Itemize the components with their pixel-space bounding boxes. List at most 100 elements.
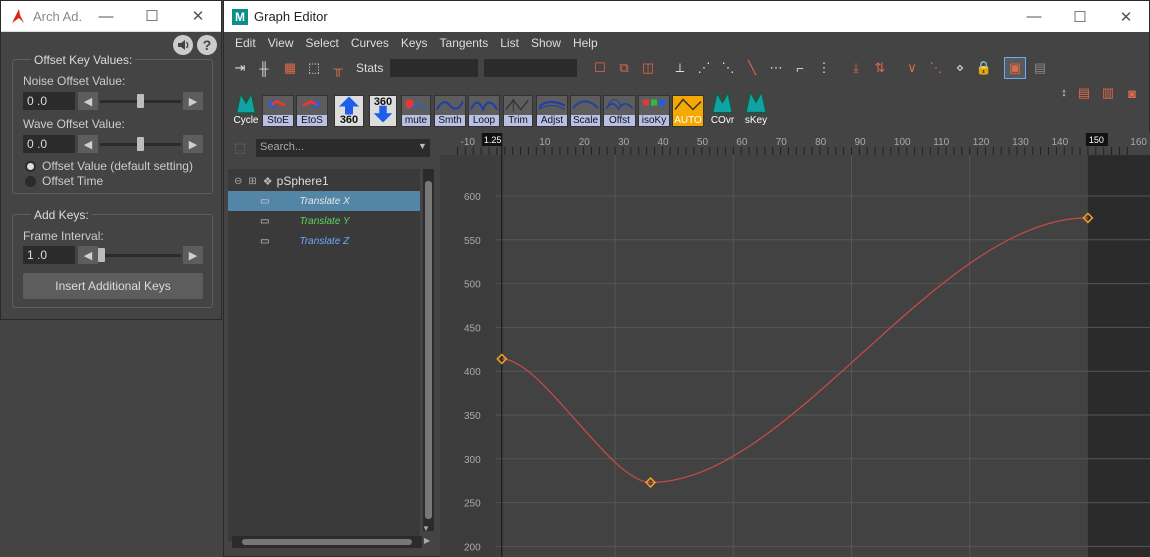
shelf-button-scale[interactable]: Scale (570, 95, 601, 127)
shelf-button-loop[interactable]: Loop (468, 95, 500, 127)
shelf-button-etos[interactable]: EtoS (296, 95, 328, 127)
value-tick-label: 400 (464, 367, 481, 378)
free-tangent-weight-icon[interactable]: ⋄ (950, 58, 970, 78)
menu-curves[interactable]: Curves (345, 36, 395, 50)
scroll-down-arrow-icon[interactable]: ▼ (422, 524, 430, 533)
collapse-icon[interactable]: ⊖ (234, 176, 242, 187)
radio-dot-icon[interactable] (25, 160, 36, 172)
lattice-tool-icon[interactable]: ▦ (280, 58, 300, 78)
shelf-button-360-up[interactable]: 360 (334, 95, 364, 127)
chevron-down-icon[interactable]: ▼ (418, 141, 427, 151)
shelf-button-mute[interactable]: mute (401, 95, 431, 127)
curve-graph[interactable]: -10 10 20 30 40 50 60 70 80 90 100 110 120 130 140 160 1… (440, 133, 1150, 557)
slider-right-arrow-icon[interactable]: ▶ (183, 135, 203, 153)
shelf-button-auto[interactable]: AUTO (672, 95, 704, 127)
shelf-button-covr[interactable]: COvr (708, 92, 737, 127)
lock-tangent-weight-icon[interactable]: 🔒 (974, 58, 994, 78)
slider-thumb[interactable] (98, 248, 105, 262)
slider-right-arrow-icon[interactable]: ▶ (183, 246, 203, 264)
slider-thumb[interactable] (137, 94, 144, 108)
scrollbar-thumb[interactable] (425, 181, 432, 519)
shelf-adjst-icon (537, 94, 567, 115)
frame-interval-slider[interactable]: ◀ ▶ (78, 246, 203, 264)
radio-offset-value[interactable]: Offset Value (default setting) (25, 159, 193, 173)
menu-tangents[interactable]: Tangents (434, 36, 495, 50)
shelf-button-trim[interactable]: Trim (503, 95, 533, 127)
filter-icon[interactable]: ⬚ (230, 138, 250, 158)
insert-additional-keys-button[interactable]: Insert Additional Keys (23, 273, 203, 299)
menu-show[interactable]: Show (525, 36, 567, 50)
frame-playback-icon[interactable]: ◫ (638, 58, 658, 78)
break-tangents-icon[interactable]: ∨ (902, 58, 922, 78)
radio-dot-icon[interactable] (25, 175, 36, 187)
shelf-smth-label: Smth (435, 115, 465, 126)
outliner-root-item[interactable]: ⊖ ⊞ ❖ pSphere1 (228, 171, 420, 191)
linear-tangent-icon[interactable]: ╲ (742, 58, 762, 78)
wave-offset-slider[interactable]: ◀ ▶ (78, 135, 203, 153)
shelf-button-360-down[interactable]: 360 (369, 95, 397, 127)
region-tool-icon[interactable]: ⬚ (304, 58, 324, 78)
outliner-vertical-scrollbar[interactable] (423, 169, 434, 531)
shelf-button-isoky[interactable]: isoKy (638, 95, 670, 127)
search-input[interactable]: Search... (256, 139, 430, 157)
curve-display-icon[interactable]: ▣ (1004, 57, 1026, 79)
minimize-button[interactable]: — (1011, 1, 1057, 32)
slider-left-arrow-icon[interactable]: ◀ (78, 246, 98, 264)
insert-key-tool-icon[interactable]: ╫ (254, 58, 274, 78)
slider-left-arrow-icon[interactable]: ◀ (78, 92, 98, 110)
slider-left-arrow-icon[interactable]: ◀ (78, 135, 98, 153)
spline-tangent-icon[interactable]: ⋰ (694, 58, 714, 78)
graph-toolbar: ⇥ ╫ ▦ ⬚ ╥ Stats ☐ ⧉ ◫ ⟂ ⋰ ⋱ ╲ ⋯ ⌐ ⋮ ⤓ ⇅ … (224, 55, 1149, 81)
shelf-button-skey[interactable]: sKey (741, 91, 771, 127)
move-key-tool-icon[interactable]: ⇥ (230, 58, 250, 78)
scroll-right-arrow-icon[interactable]: ▶ (424, 536, 430, 545)
outliner-channel-item[interactable]: ▭ Translate Z (228, 231, 420, 251)
frame-selection-icon[interactable]: ⧉ (614, 58, 634, 78)
shelf-button-smth[interactable]: Smth (434, 95, 466, 127)
shelf-button-cycle[interactable]: Cycle (232, 92, 260, 127)
close-button[interactable]: ✕ (175, 1, 221, 32)
shelf-button-adjst[interactable]: Adjst (536, 95, 568, 127)
time-tick-label: 70 (776, 137, 788, 148)
radio-offset-time[interactable]: Offset Time (25, 174, 103, 188)
menu-select[interactable]: Select (299, 36, 344, 50)
help-icon[interactable]: ? (197, 35, 217, 55)
close-button[interactable]: ✕ (1103, 1, 1149, 32)
clamped-tangent-icon[interactable]: ⋱ (718, 58, 738, 78)
slider-thumb[interactable] (137, 137, 144, 151)
frame-interval-field[interactable]: 1 .0 (23, 246, 75, 264)
menu-keys[interactable]: Keys (395, 36, 434, 50)
retime-tool-icon[interactable]: ╥ (328, 58, 348, 78)
swap-buffer-icon[interactable]: ⇅ (870, 58, 890, 78)
normalize-icon[interactable]: ▤ (1030, 58, 1050, 78)
flat-tangent-icon[interactable]: ⋯ (766, 58, 786, 78)
wave-offset-field[interactable]: 0 .0 (23, 135, 75, 153)
expand-icon[interactable]: ⊞ (248, 176, 256, 187)
audio-icon[interactable] (173, 35, 193, 55)
noise-offset-slider[interactable]: ◀ ▶ (78, 92, 203, 110)
maximize-button[interactable]: ☐ (129, 1, 175, 32)
menu-edit[interactable]: Edit (229, 36, 262, 50)
maximize-button[interactable]: ☐ (1057, 1, 1103, 32)
outliner-channel-item[interactable]: ▭ Translate X (228, 191, 420, 211)
menu-view[interactable]: View (262, 36, 300, 50)
outliner-horizontal-scrollbar[interactable] (232, 536, 422, 548)
minimize-button[interactable]: — (83, 1, 129, 32)
frame-all-icon[interactable]: ☐ (590, 58, 610, 78)
menu-list[interactable]: List (494, 36, 525, 50)
stats-value-field[interactable] (484, 59, 577, 77)
graph-view[interactable]: -10 10 20 30 40 50 60 70 80 90 100 110 120 130 140 160 1… (440, 133, 1150, 557)
slider-right-arrow-icon[interactable]: ▶ (183, 92, 203, 110)
scrollbar-thumb[interactable] (242, 539, 412, 545)
outliner-channel-item[interactable]: ▭ Translate Y (228, 211, 420, 231)
stats-time-field[interactable] (390, 59, 478, 77)
shelf-button-stoe[interactable]: StoE (262, 95, 294, 127)
auto-tangent-icon[interactable]: ⟂ (670, 58, 690, 78)
plateau-tangent-icon[interactable]: ⋮ (814, 58, 834, 78)
shelf-button-offst[interactable]: Offst (603, 95, 636, 127)
noise-offset-field[interactable]: 0 .0 (23, 92, 75, 110)
buffer-curve-snapshot-icon[interactable]: ⤓ (846, 58, 866, 78)
step-tangent-icon[interactable]: ⌐ (790, 58, 810, 78)
menu-help[interactable]: Help (567, 36, 604, 50)
unify-tangents-icon[interactable]: ⋱ (926, 58, 946, 78)
